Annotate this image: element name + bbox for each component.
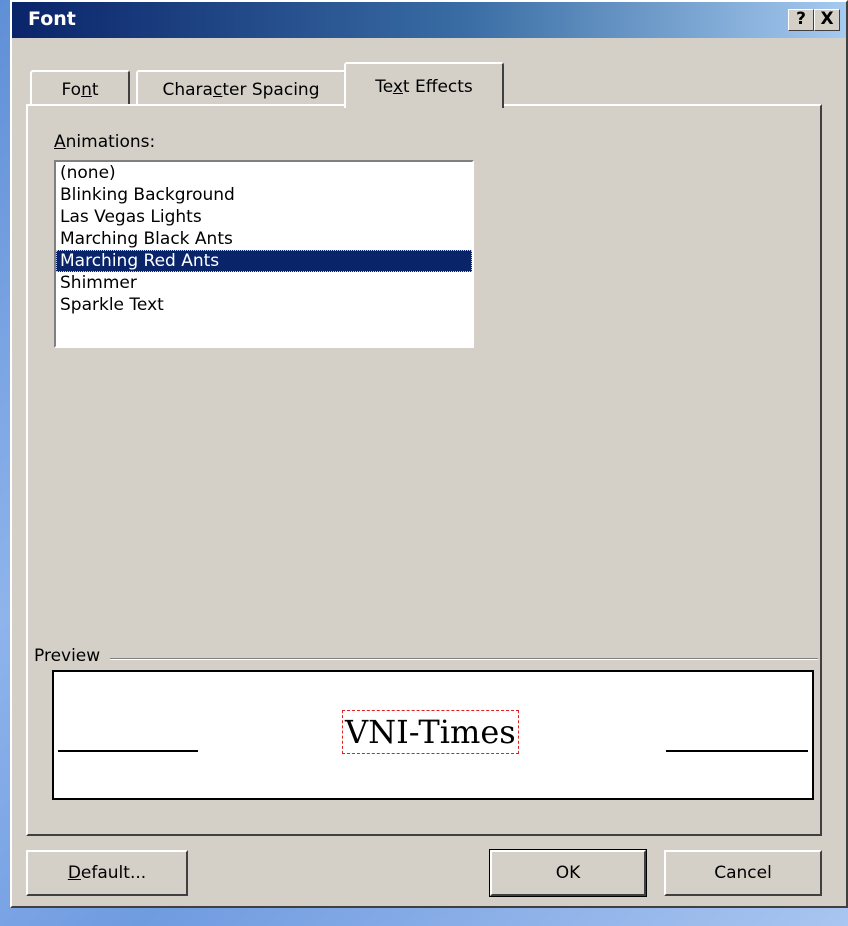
- cancel-button[interactable]: Cancel: [664, 850, 822, 896]
- tab-character-spacing[interactable]: Character Spacing: [136, 70, 346, 106]
- list-item[interactable]: Blinking Background: [56, 184, 472, 206]
- preview-box: VNI-Times: [52, 670, 814, 800]
- window-title: Font: [28, 8, 76, 30]
- tab-label: Character Spacing: [162, 80, 320, 100]
- tab-label: Text Effects: [375, 77, 473, 97]
- tab-text-effects[interactable]: Text Effects: [344, 62, 504, 108]
- animations-label: Animations:: [54, 132, 156, 152]
- tab-label: Font: [61, 80, 99, 100]
- list-item[interactable]: Sparkle Text: [56, 294, 472, 316]
- preview-divider: [36, 658, 818, 660]
- preview-group: Preview VNI-Times: [34, 646, 818, 808]
- list-item[interactable]: Shimmer: [56, 272, 472, 294]
- preview-label: Preview: [34, 646, 111, 666]
- tab-font[interactable]: Font: [30, 70, 130, 106]
- list-item[interactable]: Las Vegas Lights: [56, 206, 472, 228]
- close-button[interactable]: X: [814, 9, 840, 31]
- preview-sample-text: VNI-Times: [342, 710, 519, 754]
- list-item[interactable]: Marching Black Ants: [56, 228, 472, 250]
- list-item-selected[interactable]: Marching Red Ants: [56, 250, 472, 272]
- help-button[interactable]: ?: [788, 9, 814, 31]
- preview-baseline-right: [666, 750, 808, 752]
- animations-listbox[interactable]: (none) Blinking Background Las Vegas Lig…: [54, 160, 474, 348]
- title-bar[interactable]: Font ? X: [12, 2, 846, 38]
- list-item[interactable]: (none): [56, 162, 472, 184]
- preview-baseline-left: [58, 750, 198, 752]
- ok-button[interactable]: OK: [489, 849, 647, 897]
- default-button[interactable]: Default...: [26, 850, 188, 896]
